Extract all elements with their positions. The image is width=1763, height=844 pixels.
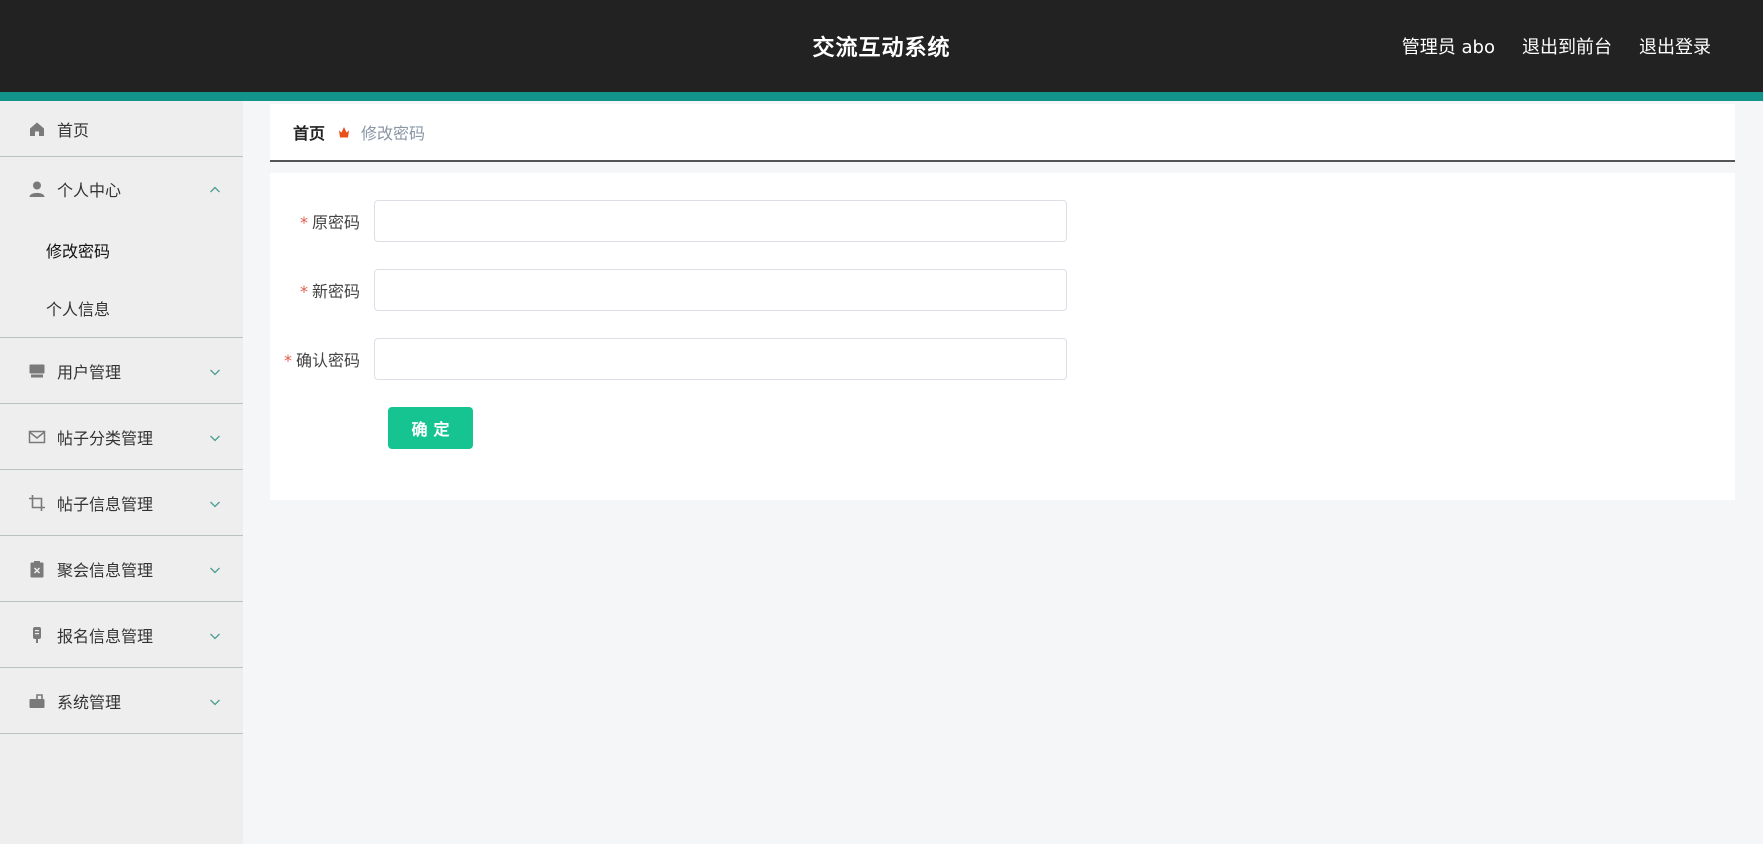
sidebar-item-gathering-info-management[interactable]: 聚会信息管理 — [0, 536, 243, 602]
microphone-icon — [28, 626, 46, 644]
required-mark: * — [283, 351, 292, 370]
required-mark: * — [299, 282, 308, 301]
form-row-old-password: * 原密码 — [270, 200, 1370, 242]
chevron-down-icon — [209, 429, 221, 441]
form-row-confirm-password: * 确认密码 — [270, 338, 1370, 380]
field-label-text: 原密码 — [311, 213, 360, 232]
briefcase-icon — [28, 692, 46, 710]
chevron-down-icon — [209, 627, 221, 639]
sidebar-item-system-management[interactable]: 系统管理 — [0, 668, 243, 734]
flame-icon — [337, 125, 351, 139]
header-links: 管理员 abo 退出到前台 退出登录 — [1402, 33, 1711, 59]
required-mark: * — [299, 213, 308, 232]
sidebar-item-post-category-management[interactable]: 帖子分类管理 — [0, 404, 243, 470]
top-header: 交流互动系统 管理员 abo 退出到前台 退出登录 — [0, 0, 1763, 92]
monitor-icon — [28, 362, 46, 380]
mail-icon — [28, 428, 46, 446]
sidebar-item-user-management[interactable]: 用户管理 — [0, 338, 243, 404]
field-label-text: 新密码 — [311, 282, 360, 301]
sidebar-group-personal: 个人中心 修改密码 个人信息 — [0, 157, 243, 338]
sidebar-item-label: 帖子分类管理 — [57, 428, 154, 448]
new-password-label: * 新密码 — [270, 278, 374, 302]
header-accent-bar — [0, 92, 1763, 101]
user-icon — [28, 180, 46, 198]
chevron-up-icon — [209, 181, 221, 193]
home-icon — [28, 120, 46, 138]
sidebar-item-post-info-management[interactable]: 帖子信息管理 — [0, 470, 243, 536]
sidebar-item-personal-center[interactable]: 个人中心 — [0, 157, 243, 221]
new-password-input[interactable] — [374, 269, 1067, 311]
old-password-label: * 原密码 — [270, 209, 374, 233]
logout-link[interactable]: 退出登录 — [1639, 33, 1711, 59]
field-label-text: 确认密码 — [295, 351, 360, 370]
sidebar-item-label: 帖子信息管理 — [57, 494, 154, 514]
chevron-down-icon — [209, 495, 221, 507]
current-user-label: 管理员 abo — [1401, 37, 1495, 58]
sidebar-item-label: 聚会信息管理 — [57, 560, 154, 580]
exit-to-frontend-link[interactable]: 退出到前台 — [1522, 33, 1612, 59]
sidebar-item-label: 用户管理 — [57, 362, 122, 382]
change-password-form: * 原密码 * 新密码 * 确认密码 确定 — [270, 173, 1735, 500]
breadcrumb: 首页 修改密码 — [270, 104, 1735, 162]
confirm-password-input[interactable] — [374, 338, 1067, 380]
confirm-password-label: * 确认密码 — [270, 347, 374, 371]
chevron-down-icon — [209, 561, 221, 573]
confirm-button[interactable]: 确定 — [388, 407, 473, 449]
sidebar-item-home[interactable]: 首页 — [0, 101, 243, 157]
chevron-down-icon — [209, 693, 221, 705]
chevron-down-icon — [209, 363, 221, 375]
breadcrumb-current: 修改密码 — [361, 124, 426, 143]
sidebar-subitem-change-password[interactable]: 修改密码 — [0, 221, 243, 279]
sidebar-item-label: 报名信息管理 — [57, 626, 154, 646]
sidebar-item-label: 系统管理 — [57, 692, 122, 712]
breadcrumb-home[interactable]: 首页 — [293, 120, 325, 144]
old-password-input[interactable] — [374, 200, 1067, 242]
clipboard-x-icon — [28, 560, 46, 578]
sidebar-item-label: 首页 — [57, 120, 90, 140]
sidebar-item-signup-info-management[interactable]: 报名信息管理 — [0, 602, 243, 668]
sidebar-item-label: 个人中心 — [57, 181, 122, 200]
sidebar-menu: 首页 个人中心 修改密码 个人信息 用户管理 帖子分类管理 帖子信息管理 聚会信… — [0, 101, 243, 844]
crop-icon — [28, 494, 46, 512]
form-row-new-password: * 新密码 — [270, 269, 1370, 311]
sidebar-subitem-personal-info[interactable]: 个人信息 — [0, 279, 243, 337]
